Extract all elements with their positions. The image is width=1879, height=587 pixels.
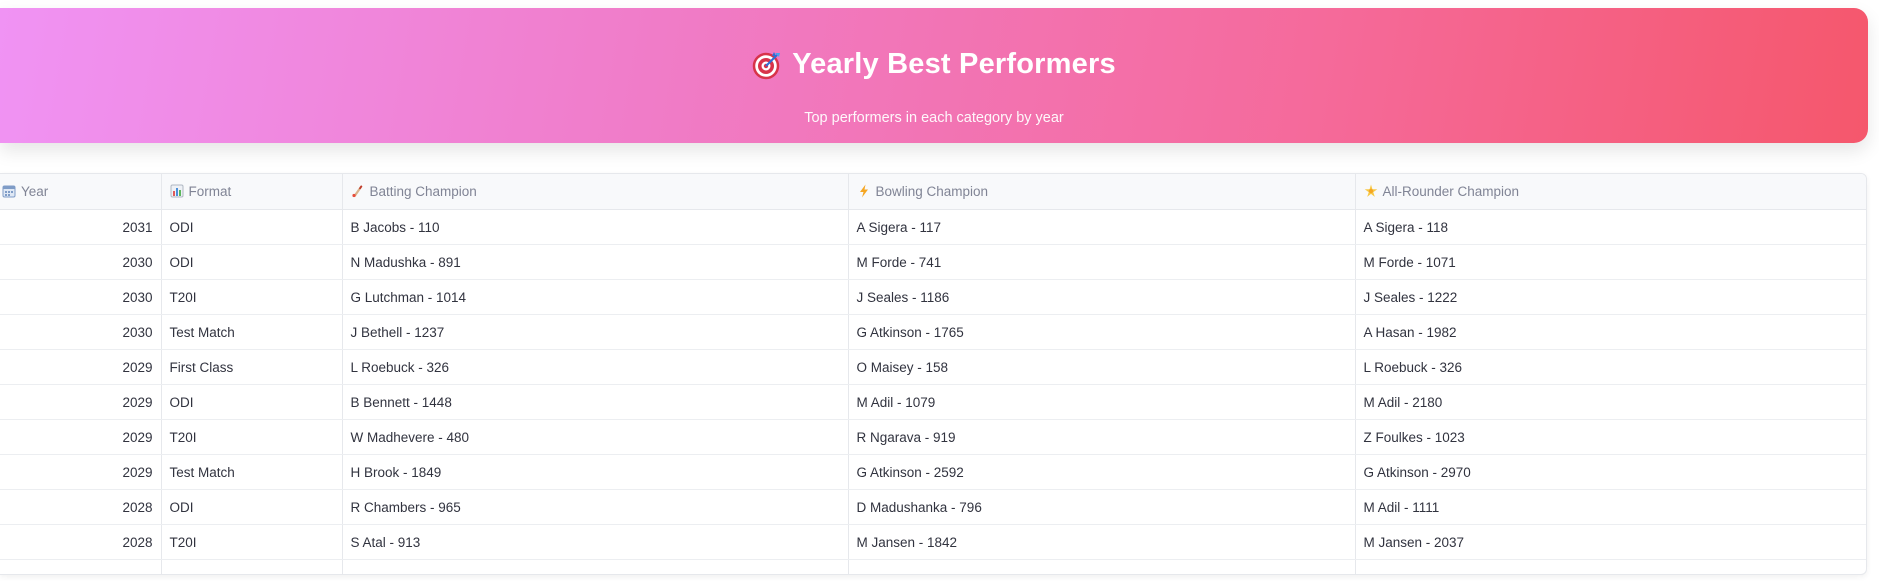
cell-batting-champion[interactable]: H Brook - 1849: [342, 454, 849, 490]
column-header-batting[interactable]: Batting Champion: [342, 174, 849, 210]
cell-format[interactable]: Test Match: [161, 314, 343, 350]
cell-allrounder-champion[interactable]: M Adil - 1111: [1355, 489, 1866, 525]
cell-year[interactable]: 2030: [0, 314, 162, 350]
table-row[interactable]: 2031 ODI B Jacobs - 110 A Sigera - 117 A Sig…: [0, 209, 1866, 245]
cell-format[interactable]: Test Match: [161, 454, 343, 490]
cell-batting-champion[interactable]: S Atal - 913: [342, 524, 849, 560]
cell-batting-champion[interactable]: L Roebuck - 326: [342, 349, 849, 385]
cell-batting-champion[interactable]: W Madhevere - 480: [342, 419, 849, 455]
cell-format[interactable]: ODI: [161, 244, 343, 280]
cell-year[interactable]: 2029: [0, 419, 162, 455]
cell-batting-champion[interactable]: R Chambers - 965: [342, 489, 849, 525]
target-dart-icon: [752, 51, 781, 79]
cell-allrounder-champion[interactable]: A Sigera - 118: [1355, 209, 1866, 245]
column-header-label: Format: [188, 184, 232, 199]
cell-format[interactable]: T20I: [161, 279, 343, 315]
table-row[interactable]: 2029 T20I W Madhevere - 480 R Ngarava - 919…: [0, 419, 1866, 455]
cell-year[interactable]: 2031: [0, 209, 162, 245]
cell-bowling-champion[interactable]: M Jansen - 1842: [848, 524, 1356, 560]
cell-year[interactable]: 2028: [0, 489, 162, 525]
cell-allrounder-champion[interactable]: M Jansen - 2037: [1355, 524, 1866, 560]
column-header-label: All-Rounder Champion: [1382, 184, 1520, 199]
performers-table-container[interactable]: Year Format Batting Champion Bowling Cha…: [0, 173, 1867, 575]
cell-allrounder-champion[interactable]: M Forde - 1071: [1355, 244, 1866, 280]
column-header-format[interactable]: Format: [161, 174, 343, 210]
star-icon: [1364, 184, 1377, 197]
cell-bowling-champion[interactable]: R Ngarava - 919: [848, 419, 1356, 455]
cell-format[interactable]: ODI: [161, 489, 343, 525]
page-subtitle: Top performers in each category by year: [804, 110, 1064, 126]
cell-batting-champion[interactable]: B Bennett - 1448: [342, 384, 849, 420]
header-banner: Yearly Best Performers Top performers in…: [0, 8, 1868, 143]
table-row[interactable]: 2028 T20I S Atal - 913 M Jansen - 1842 M Jan…: [0, 524, 1866, 560]
cell-year[interactable]: [0, 559, 162, 574]
cell-batting-champion[interactable]: J Bethell - 1237: [342, 314, 849, 350]
table-header-row: Year Format Batting Champion Bowling Cha…: [0, 174, 1866, 210]
page: Yearly Best Performers Top performers in…: [0, 0, 1879, 587]
cell-allrounder-champion[interactable]: L Roebuck - 326: [1355, 349, 1866, 385]
cell-allrounder-champion[interactable]: A Hasan - 1982: [1355, 314, 1866, 350]
cell-batting-champion[interactable]: N Madushka - 891: [342, 244, 849, 280]
column-header-year[interactable]: Year: [0, 174, 162, 210]
table-row[interactable]: 2030 ODI N Madushka - 891 M Forde - 741 M Fo…: [0, 244, 1866, 280]
table-row[interactable]: 2030 Test Match J Bethell - 1237 G Atkinson…: [0, 314, 1866, 350]
cell-bowling-champion[interactable]: M Forde - 741: [848, 244, 1356, 280]
table-row[interactable]: 2029 Test Match H Brook - 1849 G Atkinson -…: [0, 454, 1866, 490]
column-header-label: Batting Champion: [369, 184, 477, 199]
cell-year[interactable]: 2030: [0, 279, 162, 315]
cell-year[interactable]: 2029: [0, 384, 162, 420]
cricket-bat-icon: [351, 185, 362, 198]
table-row[interactable]: [0, 559, 1866, 574]
column-header-bowling[interactable]: Bowling Champion: [848, 174, 1356, 210]
column-header-label: Year: [21, 184, 49, 199]
cell-format[interactable]: ODI: [161, 209, 343, 245]
table-row[interactable]: 2029 ODI B Bennett - 1448 M Adil - 1079 M Ad…: [0, 384, 1866, 420]
cell-bowling-champion[interactable]: O Maisey - 158: [848, 349, 1356, 385]
cell-allrounder-champion[interactable]: J Seales - 1222: [1355, 279, 1866, 315]
table-row[interactable]: 2030 T20I G Lutchman - 1014 J Seales - 1186…: [0, 279, 1866, 315]
cell-year[interactable]: 2029: [0, 454, 162, 490]
cell-batting-champion[interactable]: G Lutchman - 1014: [342, 279, 849, 315]
lightning-icon: [859, 184, 868, 198]
performers-table: Year Format Batting Champion Bowling Cha…: [0, 174, 1866, 574]
cell-format[interactable]: T20I: [161, 419, 343, 455]
calendar-icon: [2, 185, 16, 198]
header-title-row: Yearly Best Performers: [0, 48, 1868, 81]
cell-allrounder-champion[interactable]: M Adil - 2180: [1355, 384, 1866, 420]
cell-allrounder-champion[interactable]: [1355, 559, 1866, 574]
cell-bowling-champion[interactable]: M Adil - 1079: [848, 384, 1356, 420]
cell-bowling-champion[interactable]: G Atkinson - 2592: [848, 454, 1356, 490]
table-body: 2031 ODI B Jacobs - 110 A Sigera - 117 A Sig…: [0, 209, 1866, 574]
cell-allrounder-champion[interactable]: Z Foulkes - 1023: [1355, 419, 1866, 455]
cell-bowling-champion[interactable]: J Seales - 1186: [848, 279, 1356, 315]
cell-format[interactable]: T20I: [161, 524, 343, 560]
page-title: Yearly Best Performers: [792, 48, 1116, 80]
cell-batting-champion[interactable]: B Jacobs - 110: [342, 209, 849, 245]
cell-bowling-champion[interactable]: G Atkinson - 1765: [848, 314, 1356, 350]
cell-allrounder-champion[interactable]: G Atkinson - 2970: [1355, 454, 1866, 490]
cell-bowling-champion[interactable]: [848, 559, 1356, 574]
column-header-allrounder[interactable]: All-Rounder Champion: [1355, 174, 1866, 210]
cell-year[interactable]: 2029: [0, 349, 162, 385]
cell-bowling-champion[interactable]: A Sigera - 117: [848, 209, 1356, 245]
cell-format[interactable]: First Class: [161, 349, 343, 385]
cell-year[interactable]: 2030: [0, 244, 162, 280]
cell-bowling-champion[interactable]: D Madushanka - 796: [848, 489, 1356, 525]
cell-format[interactable]: ODI: [161, 384, 343, 420]
cell-batting-champion[interactable]: [342, 559, 849, 574]
cell-format[interactable]: [161, 559, 343, 574]
bar-chart-icon: [170, 184, 183, 198]
column-header-label: Bowling Champion: [875, 184, 989, 199]
table-row[interactable]: 2029 First Class L Roebuck - 326 O Maisey -…: [0, 349, 1866, 385]
table-row[interactable]: 2028 ODI R Chambers - 965 D Madushanka - 79…: [0, 489, 1866, 525]
cell-year[interactable]: 2028: [0, 524, 162, 560]
